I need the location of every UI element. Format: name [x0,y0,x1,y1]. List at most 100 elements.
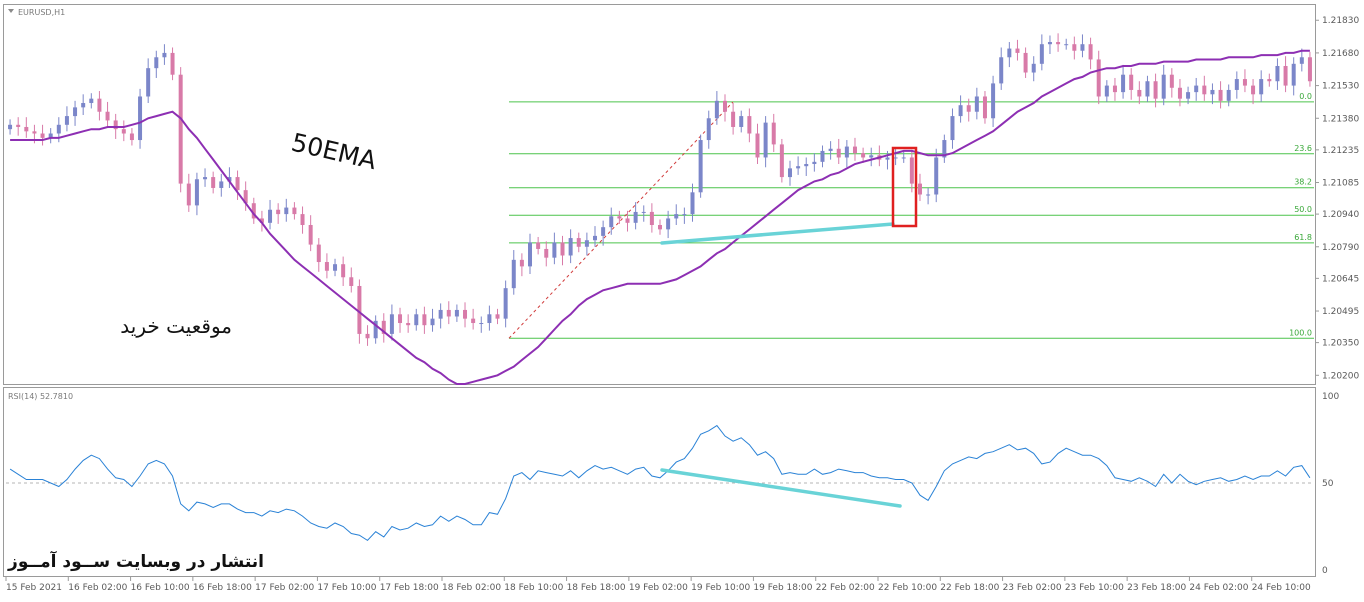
candle-body [471,318,476,324]
candle-body [438,309,443,319]
candle-body [852,146,857,154]
candle-body [796,166,801,169]
rsi-tick-label: 0 [1322,566,1328,576]
fib-level-label: 61.8 [1294,233,1312,242]
candle-body [568,238,573,256]
candle-body [1023,52,1028,73]
candle-body [1031,63,1036,73]
candle-body [170,52,175,75]
candle-body [966,105,971,112]
candle-body [8,124,13,130]
candle-body [633,211,638,223]
candle-body [349,277,354,286]
price-tick-label: 1.21530 [1322,82,1359,92]
candle-body [828,148,833,151]
fib-level-label: 50.0 [1294,205,1312,214]
candle-body [446,309,451,317]
candle-body [584,240,589,247]
candle-body [64,116,69,125]
candle-body [1169,74,1174,88]
candle-body [617,216,622,219]
rsi-tick-label: 50 [1322,479,1334,489]
candle-body [722,100,727,112]
candle-body [593,235,598,241]
time-tick-label: 23 Feb 10:00 [1065,583,1124,593]
candle-body [755,133,760,158]
candle-body [974,96,979,112]
fib-level-label: 0.0 [1299,92,1312,101]
candle-body [1283,65,1288,86]
candle-body [463,309,468,319]
candle-body [991,83,996,119]
candle-body [552,242,557,258]
candle-body [341,264,346,278]
buy-position-annotation: موقعیت خرید [120,314,232,338]
fib-level-label: 38.2 [1294,178,1312,187]
candle-body [1242,79,1247,86]
candle-body [779,144,784,178]
candle-body [1251,85,1256,95]
time-tick-label: 24 Feb 02:00 [1189,583,1248,593]
main-pane-title: EURUSD,H1 [18,8,65,17]
time-tick-label: 22 Feb 18:00 [940,583,999,593]
candle-body [731,111,736,127]
candle-body [333,264,338,271]
candle-body [812,161,817,165]
candle-body [389,314,394,334]
price-axis: 1.21830 1.21680 1.21530 1.21380 1.21235 1.210… [1315,16,1359,576]
candle-body [625,218,630,223]
candle-body [609,216,614,228]
candle-body [178,74,183,184]
candle-body [406,323,411,326]
candle-body [1137,89,1142,97]
candle-body [121,129,126,134]
candle-body [1202,85,1207,95]
candle-body [479,323,484,325]
candle-body [105,111,110,121]
candle-body [519,259,524,267]
chart-canvas[interactable]: EURUSD,H1 RSI(14) 52.7810 0.0 23.6 38.2 50.… [0,0,1364,598]
candle-body [284,207,289,215]
fib-level-label: 23.6 [1294,144,1312,153]
candle-body [682,214,687,216]
candle-body [950,116,955,141]
candle-body [1056,42,1061,45]
candle-body [56,124,61,134]
candle-body [1275,65,1280,82]
candle-body [129,133,134,141]
price-tick-label: 1.21235 [1322,146,1359,156]
candle-body [1177,87,1182,99]
candle-body [690,192,695,215]
time-tick-label: 16 Feb 10:00 [131,583,190,593]
candle-body [649,211,654,225]
rsi-pane-frame [3,387,1316,577]
candle-body [511,259,516,289]
time-tick-label: 15 Feb 2021 [6,583,62,593]
candle-body [495,314,500,319]
candle-body [300,214,305,225]
candle-body [674,214,679,219]
candle-body [1291,63,1296,86]
candle-body [1121,74,1126,93]
candle-body [706,118,711,141]
candle-body [601,227,606,236]
candle-body [1267,79,1272,82]
candle-body [747,116,752,134]
watermark-text: انتشار در وبسایت ســود آمــوز [7,550,264,572]
candle-body [308,224,313,245]
candle-body [1210,89,1215,95]
time-tick-label: 22 Feb 10:00 [878,583,937,593]
candle-body [901,157,906,159]
candle-body [1104,85,1109,97]
candle-body [211,177,216,188]
candle-body [89,98,94,104]
candle-body [909,157,914,184]
price-tick-label: 1.21680 [1322,49,1359,59]
candle-body [787,168,792,178]
price-tick-label: 1.21380 [1322,114,1359,124]
price-tick-label: 1.20940 [1322,210,1359,220]
candle-body [1072,44,1077,51]
candle-body [1234,79,1239,90]
candle-body [292,207,297,215]
time-tick-label: 17 Feb 18:00 [380,583,439,593]
